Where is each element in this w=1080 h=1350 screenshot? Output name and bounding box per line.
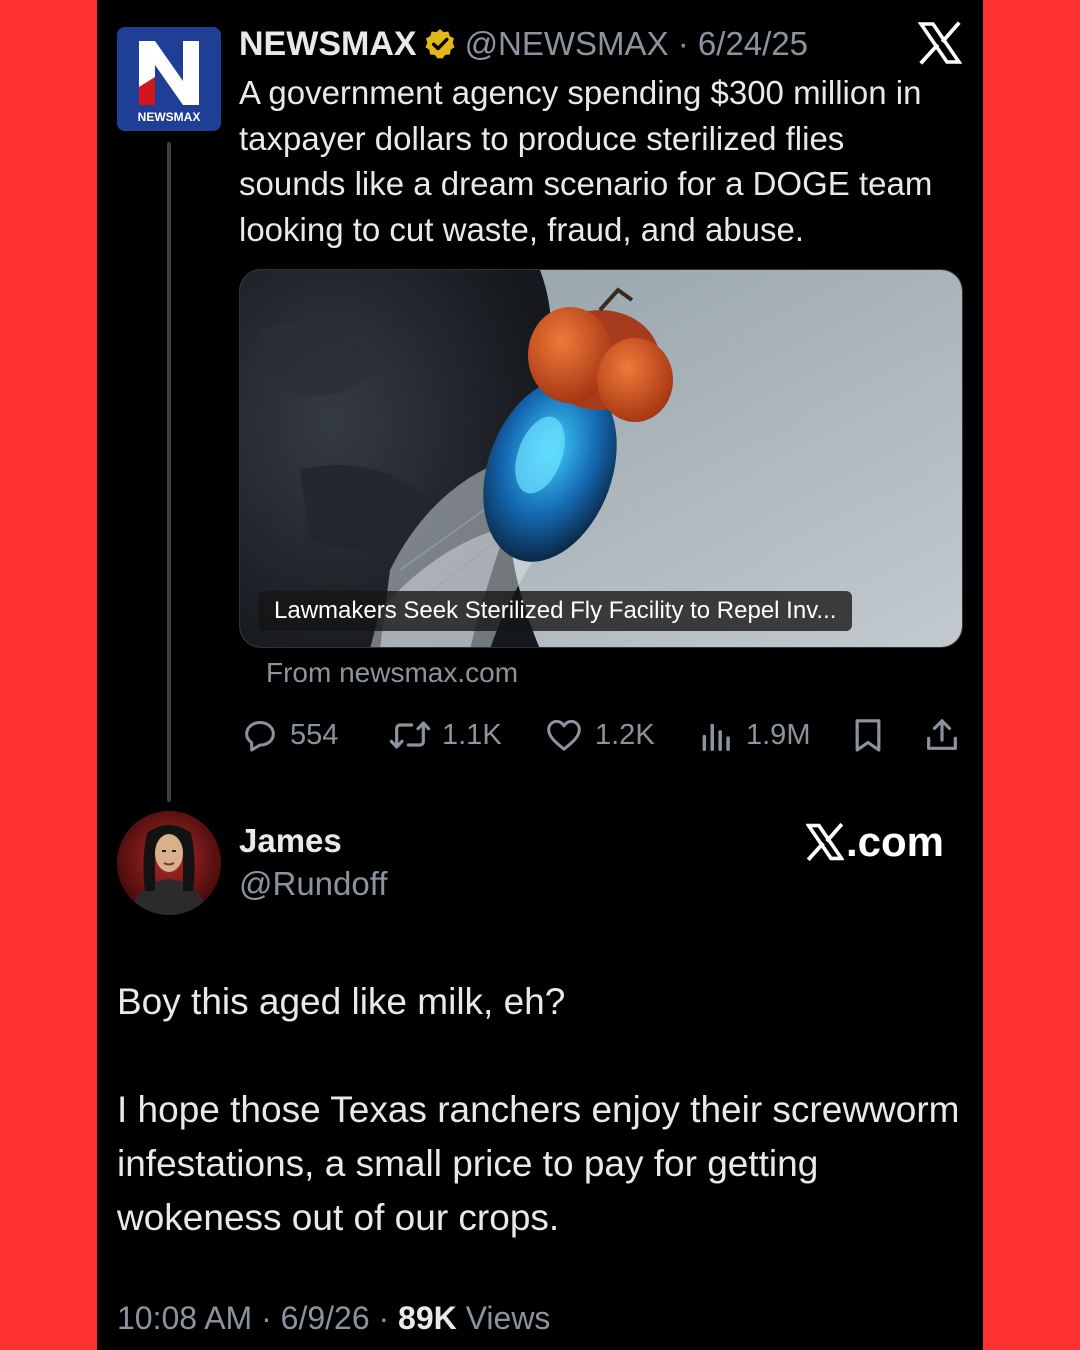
reply-author-name[interactable]: James: [239, 822, 342, 860]
x-dot-com-watermark: .com: [806, 818, 944, 866]
meta-separator: ·: [677, 25, 689, 62]
quoted-tweet-header: NEWSMAX @NEWSMAX · 6/24/25: [239, 22, 808, 66]
author-handle[interactable]: @NEWSMAX: [465, 25, 669, 62]
verified-gold-badge-icon: [424, 29, 455, 59]
avatar-long-hair-man[interactable]: [117, 811, 221, 915]
views-label: Views: [465, 1300, 551, 1336]
share-icon: [927, 719, 957, 750]
link-source[interactable]: From newsmax.com: [266, 657, 518, 689]
views-count-total: 89K: [398, 1300, 457, 1336]
bookmark-icon: [855, 719, 881, 752]
link-card-headline[interactable]: Lawmakers Seek Sterilized Fly Facility t…: [258, 591, 853, 631]
author-display-name[interactable]: NEWSMAX: [239, 25, 417, 64]
x-logo-icon: [918, 21, 962, 65]
repost-button[interactable]: 1.1K: [388, 712, 502, 758]
post-date[interactable]: 6/9/26: [281, 1300, 370, 1336]
newsmax-wordmark: NEWSMAX: [138, 110, 201, 124]
newsmax-logo-icon[interactable]: NEWSMAX: [117, 27, 221, 131]
repost-count: 1.1K: [442, 718, 502, 751]
watermark-text: .com: [846, 818, 945, 865]
bookmark-button[interactable]: [848, 712, 898, 758]
heart-icon: [547, 719, 581, 751]
post-time[interactable]: 10:08 AM: [117, 1300, 252, 1336]
views-button[interactable]: 1.9M: [698, 712, 810, 758]
reply-paragraph: Boy this aged like milk, eh?: [117, 981, 566, 1022]
reply-author-handle[interactable]: @Rundoff: [239, 865, 387, 903]
views-icon: [702, 723, 730, 751]
tweet-date[interactable]: 6/24/25: [698, 25, 808, 62]
reply-paragraph: I hope those Texas ranchers enjoy their …: [117, 1089, 960, 1238]
reply-button[interactable]: 554: [240, 712, 338, 758]
reply-count: 554: [290, 718, 339, 751]
share-button[interactable]: [922, 712, 972, 758]
footer-separator: ·: [261, 1300, 272, 1336]
reply-icon: [245, 721, 275, 752]
quoted-tweet-text: A government agency spending $300 millio…: [239, 74, 933, 248]
tweet-action-bar: 554 1.1K 1.2K 1.9M: [240, 712, 965, 758]
reply-tweet-footer: 10:08 AM · 6/9/26 · 89K Views: [117, 1300, 550, 1337]
views-count: 1.9M: [746, 718, 811, 751]
reply-tweet-text: Boy this aged like milk, eh? I hope thos…: [117, 975, 967, 1245]
like-count: 1.2K: [595, 718, 655, 751]
like-button[interactable]: 1.2K: [543, 712, 655, 758]
x-logo-icon: [806, 823, 844, 861]
thread-connector-line: [167, 142, 171, 802]
footer-separator: ·: [378, 1300, 390, 1336]
repost-icon: [389, 721, 431, 749]
